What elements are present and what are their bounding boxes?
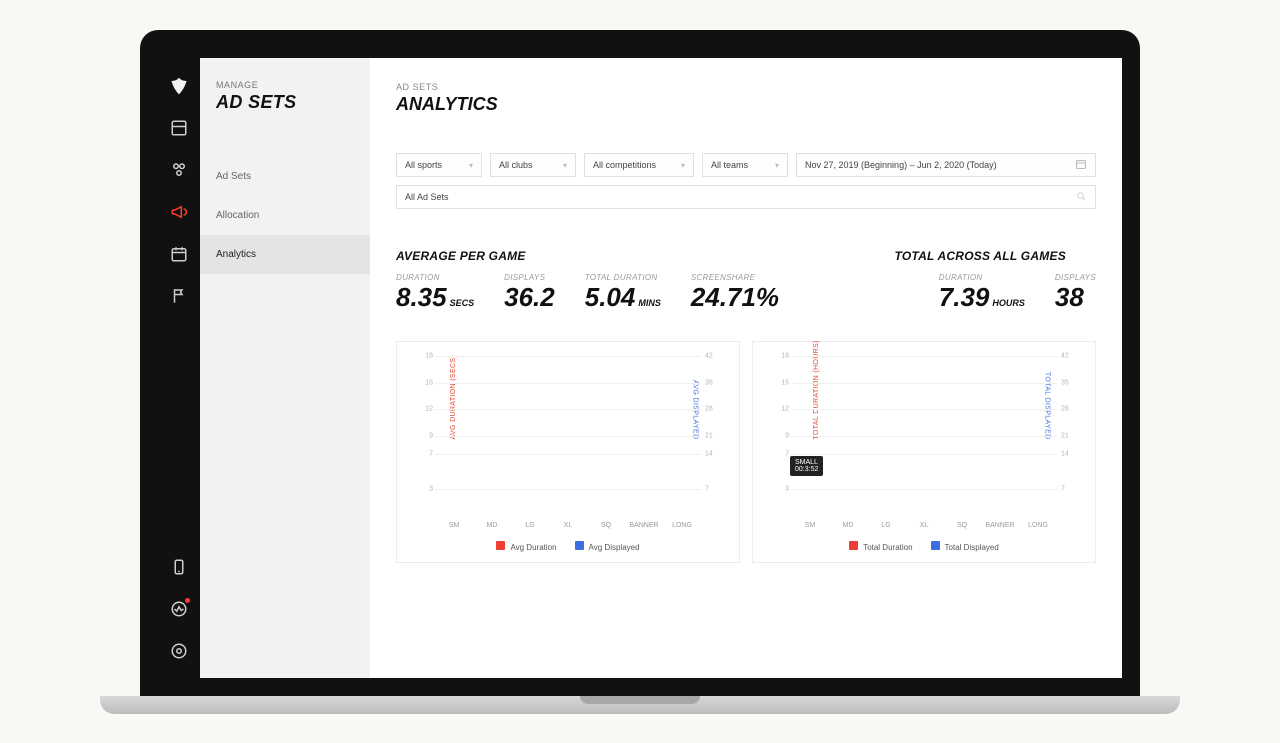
x-tick: BANNER: [981, 522, 1019, 529]
kpi-avg-displays: DISPLAYS 36.2: [504, 273, 555, 313]
badge-dot: [185, 598, 190, 603]
nav-settings-icon[interactable]: [170, 642, 188, 660]
calendar-icon: [1075, 158, 1087, 172]
filter-competitions[interactable]: All competitions ▾: [584, 153, 694, 177]
chevron-down-icon: ▾: [775, 161, 779, 170]
nav-activity-icon[interactable]: [170, 600, 188, 618]
filter-row: All sports ▾ All clubs ▾ All competition…: [396, 153, 1096, 177]
nav-users-icon[interactable]: [170, 161, 188, 179]
panel-menu: Ad Sets Allocation Analytics: [216, 157, 354, 274]
x-tick: XL: [905, 522, 943, 529]
kpi-total-duration: DURATION 7.39HOURS: [939, 273, 1025, 313]
x-tick: LONG: [663, 522, 701, 529]
legend-item[interactable]: Avg Duration: [496, 541, 556, 552]
x-tick: LONG: [1019, 522, 1057, 529]
x-tick: BANNER: [625, 522, 663, 529]
filter-competitions-label: All competitions: [593, 160, 656, 170]
search-value: All Ad Sets: [405, 192, 449, 202]
chart-total: TOTAL DURATION (HOURS)TOTAL DISPLAYED377…: [752, 341, 1096, 563]
section-panel: MANAGE AD SETS Ad Sets Allocation Analyt…: [200, 58, 370, 678]
kpi-avg-duration: DURATION 8.35SECS: [396, 273, 474, 313]
app-screen: MANAGE AD SETS Ad Sets Allocation Analyt…: [158, 58, 1122, 678]
x-tick: SQ: [943, 522, 981, 529]
x-tick: LG: [511, 522, 549, 529]
nav-calendar-icon[interactable]: [170, 245, 188, 263]
x-tick: SM: [435, 522, 473, 529]
kpi-total-displays: DISPLAYS 38: [1055, 273, 1096, 313]
charts-row: AVG DURATION (SECS)AVG DISPLAYED37714921…: [396, 341, 1096, 563]
nav-rail: [158, 58, 200, 678]
laptop-base: [100, 696, 1180, 714]
nav-flag-icon[interactable]: [170, 287, 188, 305]
x-tick: SQ: [587, 522, 625, 529]
chevron-down-icon: ▾: [563, 161, 567, 170]
nav-mobile-icon[interactable]: [170, 558, 188, 576]
main-crumb: AD SETS: [396, 82, 1096, 92]
logo-eagle-icon: [169, 76, 189, 101]
chart-legend: Total Duration Total Displayed: [763, 541, 1085, 552]
chart-tooltip: SMALL00:3:52: [790, 456, 823, 476]
chart-legend: Avg Duration Avg Displayed: [407, 541, 729, 552]
panel-title: AD SETS: [216, 92, 354, 113]
legend-item[interactable]: Total Displayed: [931, 541, 999, 552]
x-tick: MD: [829, 522, 867, 529]
menu-item-allocation[interactable]: Allocation: [200, 196, 370, 235]
nav-ads-icon[interactable]: [170, 203, 188, 221]
kpi-avg-total-duration: TOTAL DURATION 5.04MINS: [585, 273, 661, 313]
filter-clubs[interactable]: All clubs ▾: [490, 153, 576, 177]
search-adsets[interactable]: All Ad Sets: [396, 185, 1096, 209]
panel-crumb: MANAGE: [216, 80, 354, 90]
chart-avg: AVG DURATION (SECS)AVG DISPLAYED37714921…: [396, 341, 740, 563]
kpi-row: DURATION 8.35SECS DISPLAYS 36.2 TOTAL DU…: [396, 273, 1096, 313]
x-tick: MD: [473, 522, 511, 529]
legend-item[interactable]: Avg Displayed: [575, 541, 640, 552]
section-avg-label: AVERAGE PER GAME: [396, 249, 526, 263]
main-content: AD SETS ANALYTICS All sports ▾ All clubs…: [370, 58, 1122, 678]
filter-daterange[interactable]: Nov 27, 2019 (Beginning) – Jun 2, 2020 (…: [796, 153, 1096, 177]
menu-item-adsets[interactable]: Ad Sets: [200, 157, 370, 196]
filter-sports-label: All sports: [405, 160, 442, 170]
filter-teams-label: All teams: [711, 160, 748, 170]
x-tick: SM: [791, 522, 829, 529]
filter-teams[interactable]: All teams ▾: [702, 153, 788, 177]
filter-clubs-label: All clubs: [499, 160, 533, 170]
filter-sports[interactable]: All sports ▾: [396, 153, 482, 177]
x-tick: LG: [867, 522, 905, 529]
x-tick: XL: [549, 522, 587, 529]
laptop-frame: MANAGE AD SETS Ad Sets Allocation Analyt…: [140, 30, 1140, 714]
filter-daterange-label: Nov 27, 2019 (Beginning) – Jun 2, 2020 (…: [805, 160, 997, 170]
chevron-down-icon: ▾: [469, 161, 473, 170]
kpi-avg-screenshare: SCREENSHARE 24.71%: [691, 273, 779, 313]
legend-item[interactable]: Total Duration: [849, 541, 912, 552]
chevron-down-icon: ▾: [681, 161, 685, 170]
search-icon: [1076, 191, 1087, 204]
nav-overview-icon[interactable]: [170, 119, 188, 137]
section-total-label: TOTAL ACROSS ALL GAMES: [894, 249, 1096, 263]
menu-item-analytics[interactable]: Analytics: [200, 235, 370, 274]
main-title: ANALYTICS: [396, 94, 1096, 115]
